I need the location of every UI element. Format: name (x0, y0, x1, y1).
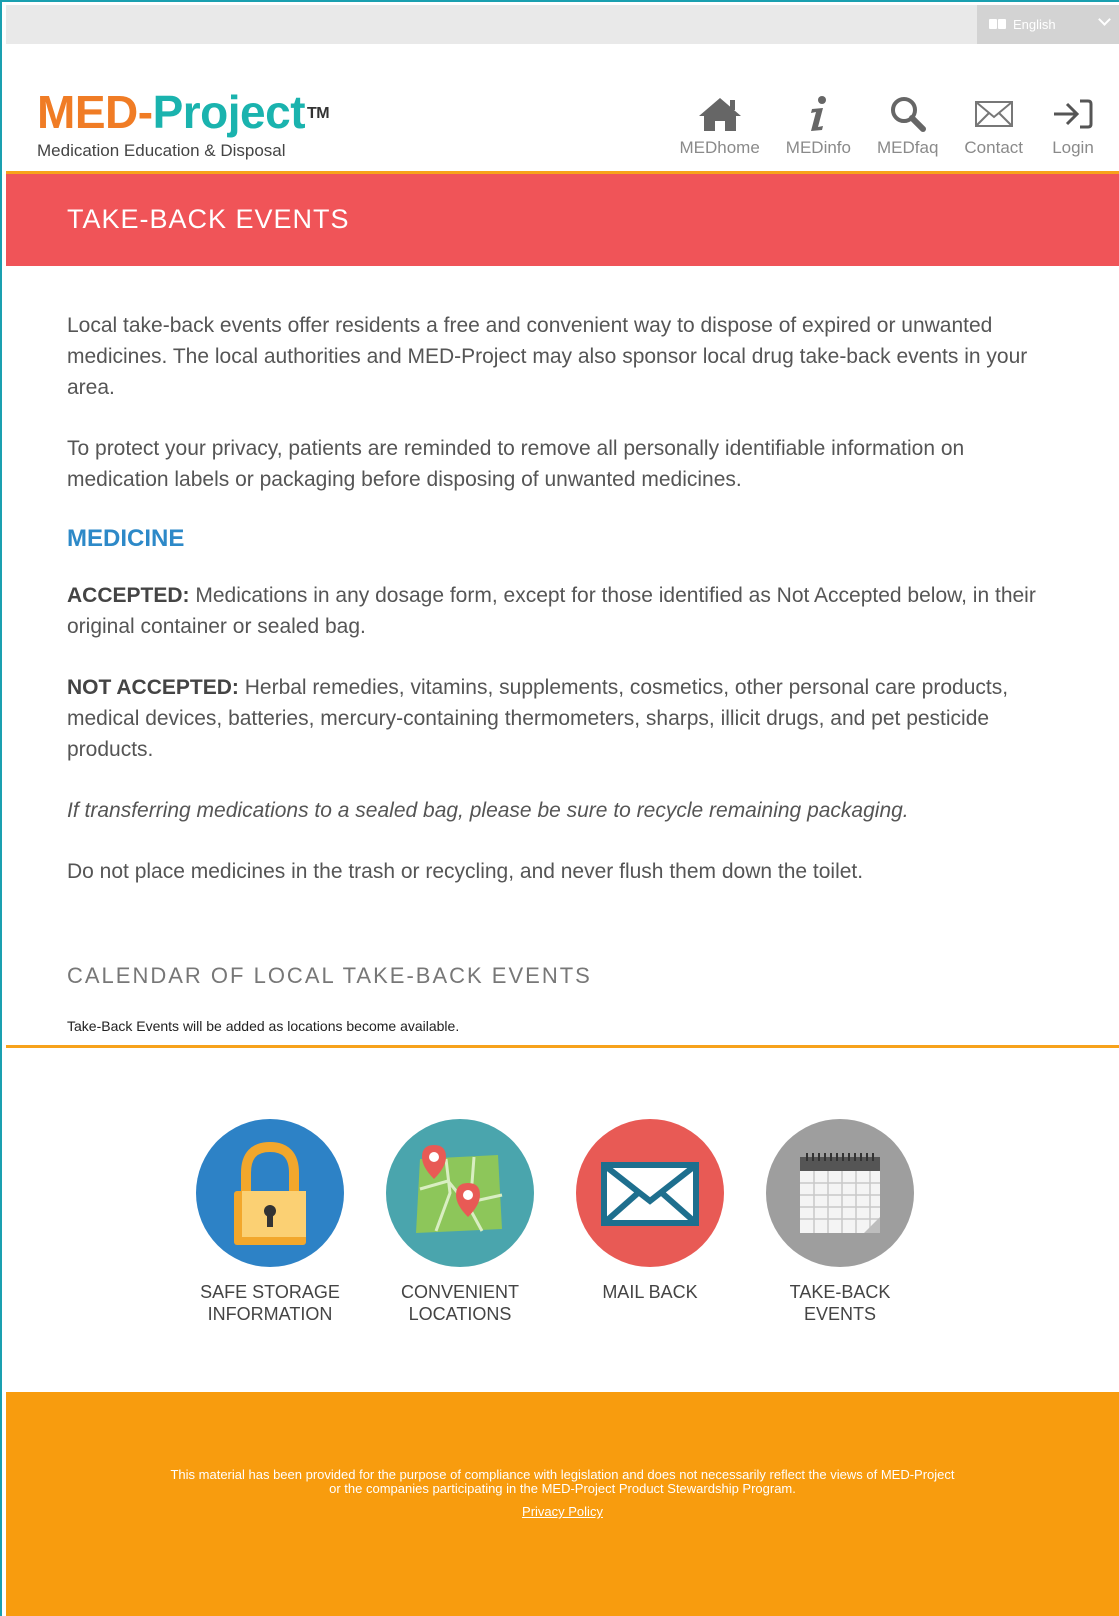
quick-link-label: SAFE STORAGE INFORMATION (200, 1282, 340, 1324)
take-back-events-circle (766, 1119, 914, 1267)
top-bar: English (6, 5, 1119, 44)
site-header: MED-Project TM Medication Education & Dis… (6, 44, 1119, 174)
no-trash-paragraph: Do not place medicines in the trash or r… (67, 860, 864, 883)
calendar-note: Take-Back Events will be added as locati… (67, 1018, 460, 1034)
nav-medfaq[interactable]: MEDfaq (877, 94, 938, 158)
logo-trademark: TM (307, 105, 330, 122)
search-icon (884, 94, 932, 134)
map-pin-icon (416, 1145, 503, 1233)
intro-paragraph: Local take-back events offer residents a… (67, 314, 1028, 399)
nav-medhome[interactable]: MEDhome (679, 94, 760, 158)
main-nav: MEDhome MEDinfo MEDfaq Contact Login (653, 94, 1097, 158)
accepted-label: ACCEPTED: (67, 584, 190, 607)
logo-dash: - (137, 86, 153, 138)
accepted-paragraph: ACCEPTED: Medications in any dosage form… (67, 580, 1057, 642)
info-icon (794, 94, 842, 134)
not-accepted-paragraph: NOT ACCEPTED: Herbal remedies, vitamins,… (67, 672, 1057, 765)
mail-envelope-icon (601, 1162, 699, 1226)
quick-link-mail-back[interactable]: MAIL BACK (576, 1119, 724, 1325)
quick-link-label: CONVENIENT LOCATIONS (400, 1282, 519, 1324)
page-title: TAKE-BACK EVENTS (67, 204, 350, 234)
page: English MED-Project TM Medication Educati… (6, 5, 1119, 1616)
quick-link-locations[interactable]: CONVENIENT LOCATIONS (386, 1119, 534, 1325)
quick-link-take-back-events[interactable]: TAKE-BACK EVENTS (766, 1119, 914, 1325)
nav-label: MEDinfo (785, 138, 851, 157)
calendar-icon (800, 1153, 880, 1233)
site-footer: This material has been provided for the … (6, 1392, 1119, 1616)
translate-icon (989, 19, 1007, 30)
main-content: Local take-back events offer residents a… (67, 310, 1057, 917)
nav-medinfo[interactable]: MEDinfo (786, 94, 851, 158)
logo-project: Project (152, 86, 306, 138)
padlock-icon (234, 1141, 306, 1245)
language-selector[interactable]: English (977, 5, 1119, 44)
nav-label: MEDhome (679, 138, 760, 157)
medicine-heading: MEDICINE (67, 525, 185, 552)
nav-contact[interactable]: Contact (964, 94, 1023, 158)
not-accepted-label: NOT ACCEPTED: (67, 676, 239, 699)
login-arrow-icon (1049, 94, 1097, 134)
recycle-note-text: If transferring medications to a sealed … (67, 799, 909, 822)
recycle-note: If transferring medications to a sealed … (67, 795, 1057, 826)
calendar-title: CALENDAR OF LOCAL TAKE-BACK EVENTS (67, 963, 592, 988)
safe-storage-circle (196, 1119, 344, 1267)
chevron-down-icon (1098, 13, 1111, 26)
quick-links: SAFE STORAGE INFORMATION CONVENIENT LOCATI… (196, 1119, 956, 1325)
nav-label: Login (1052, 138, 1094, 157)
quick-link-label: TAKE-BACK EVENTS (789, 1282, 891, 1324)
quick-link-safe-storage[interactable]: SAFE STORAGE INFORMATION (196, 1119, 344, 1325)
envelope-icon (970, 94, 1018, 134)
content-divider (6, 1045, 1119, 1048)
logo-med: MED (37, 86, 138, 138)
privacy-policy-link[interactable]: Privacy Policy (6, 1504, 1119, 1519)
language-label: English (1013, 17, 1056, 32)
home-icon (696, 94, 744, 134)
nav-label: Contact (964, 138, 1023, 157)
tagline: Medication Education & Disposal (37, 141, 286, 160)
nav-login[interactable]: Login (1049, 94, 1097, 158)
privacy-paragraph: To protect your privacy, patients are re… (67, 437, 965, 491)
page-banner: TAKE-BACK EVENTS (6, 174, 1119, 266)
footer-disclaimer: This material has been provided for the … (170, 1467, 955, 1496)
quick-link-label: MAIL BACK (602, 1282, 698, 1302)
site-logo[interactable]: MED-Project TM (37, 86, 330, 138)
accepted-text: Medications in any dosage form, except f… (67, 584, 1036, 638)
locations-circle (386, 1119, 534, 1267)
nav-label: MEDfaq (876, 138, 939, 157)
mail-back-circle (576, 1119, 724, 1267)
